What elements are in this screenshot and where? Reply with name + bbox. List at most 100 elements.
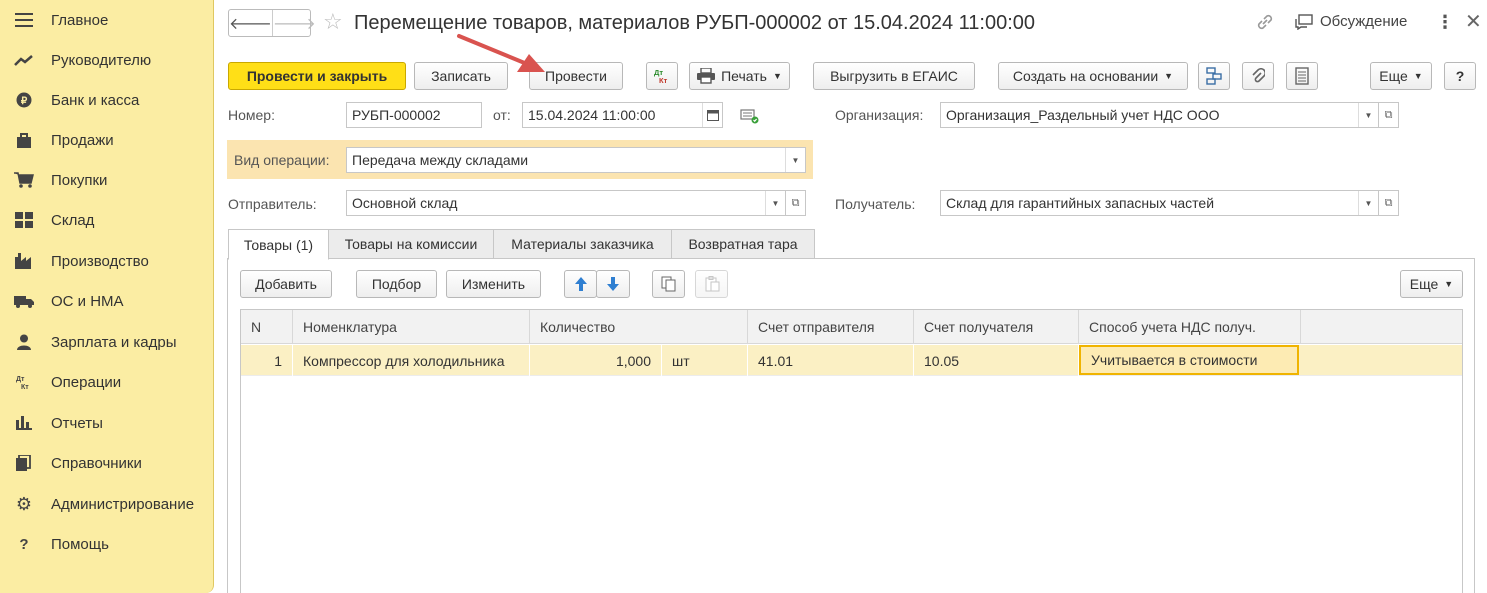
tab-commission-goods[interactable]: Товары на комиссии — [328, 229, 494, 259]
svg-text:Дт: Дт — [16, 376, 25, 383]
create-based-label: Создать на основании — [1012, 68, 1159, 84]
back-button[interactable]: 🡐 — [229, 10, 272, 36]
tab-returnable-containers[interactable]: Возвратная тара — [671, 229, 815, 259]
operation-type-label: Вид операции: — [234, 152, 330, 168]
table-header: N Номенклатура Количество Счет отправите… — [241, 310, 1462, 344]
sidebar-item-warehouse[interactable]: Склад — [0, 200, 213, 240]
add-row-button[interactable]: Добавить — [240, 270, 332, 298]
sidebar-item-production[interactable]: Производство — [0, 241, 213, 281]
number-field[interactable]: РУБП-000002 — [346, 102, 482, 128]
organization-field[interactable]: Организация_Раздельный учет НДС ООО ▼ — [940, 102, 1379, 128]
sender-field[interactable]: Основной склад ▼ — [346, 190, 786, 216]
sender-value: Основной склад — [352, 195, 458, 211]
sidebar-item-manager[interactable]: Руководителю — [0, 40, 213, 80]
number-label: Номер: — [228, 107, 275, 123]
bag-icon — [14, 131, 34, 149]
dtkt-button[interactable]: Дт Кт — [646, 62, 678, 90]
discussion-button[interactable]: Обсуждение — [1295, 13, 1407, 30]
tab-customer-materials[interactable]: Материалы заказчика — [493, 229, 672, 259]
move-down-button[interactable] — [596, 270, 630, 298]
forward-button[interactable]: 🡒 — [271, 10, 316, 36]
column-header-vat-method[interactable]: Способ учета НДС получ. — [1079, 310, 1301, 344]
move-up-button[interactable] — [564, 270, 597, 298]
link-icon[interactable] — [1255, 12, 1277, 34]
open-sender-button[interactable]: ⧉ — [786, 190, 806, 216]
table-more-label: Еще — [1409, 276, 1439, 292]
sidebar-item-operations[interactable]: Дт Кт Операции — [0, 362, 213, 402]
dtkt-icon: ДтКт — [654, 68, 668, 85]
chevron-down-icon[interactable]: ▼ — [785, 148, 805, 172]
post-button[interactable]: Провести — [529, 62, 623, 90]
export-egais-button[interactable]: Выгрузить в ЕГАИС — [813, 62, 975, 90]
post-and-close-button[interactable]: Провести и закрыть — [228, 62, 406, 90]
cell-item[interactable]: Компрессор для холодильника — [293, 345, 530, 376]
arrow-down-icon — [607, 277, 619, 291]
number-settings-icon[interactable] — [740, 108, 760, 127]
paste-button[interactable] — [695, 270, 728, 298]
chevron-down-icon[interactable]: ▼ — [1358, 191, 1378, 215]
favorite-star-icon[interactable]: ☆ — [323, 10, 343, 34]
pick-button[interactable]: Подбор — [356, 270, 437, 298]
cell-qty[interactable]: 1,000 — [530, 345, 662, 376]
edit-button[interactable]: Изменить — [446, 270, 541, 298]
arrow-left-icon: 🡐 — [229, 15, 272, 33]
table-more-button[interactable]: Еще ▼ — [1400, 270, 1463, 298]
dtkt-icon: ДтКт — [14, 373, 34, 391]
sidebar-item-directories[interactable]: Справочники — [0, 443, 213, 483]
more-button[interactable]: Еще ▼ — [1370, 62, 1432, 90]
sidebar-item-label: Склад — [51, 211, 95, 229]
discussion-label: Обсуждение — [1320, 13, 1408, 30]
factory-icon — [14, 252, 34, 270]
open-organization-button[interactable]: ⧉ — [1379, 102, 1399, 128]
open-window-icon: ⧉ — [1384, 108, 1393, 121]
sidebar-item-purchases[interactable]: Покупки — [0, 160, 213, 200]
report-button[interactable] — [1286, 62, 1318, 90]
save-button[interactable]: Записать — [414, 62, 508, 90]
sidebar-item-assets[interactable]: ОС и НМА — [0, 281, 213, 321]
sidebar-item-admin[interactable]: ⚙ Администрирование — [0, 484, 213, 524]
column-header-account-to[interactable]: Счет получателя — [914, 310, 1079, 344]
arrow-up-icon — [574, 277, 587, 291]
sidebar-item-salary[interactable]: Зарплата и кадры — [0, 322, 213, 362]
create-based-on-button[interactable]: Создать на основании ▼ — [998, 62, 1188, 90]
operation-type-value: Передача между складами — [352, 152, 529, 168]
cell-account-to[interactable]: 10.05 — [914, 345, 1079, 376]
chevron-down-icon[interactable]: ▼ — [765, 191, 785, 215]
receiver-field[interactable]: Склад для гарантийных запасных частей ▼ — [940, 190, 1379, 216]
column-header-n[interactable]: N — [241, 310, 293, 344]
copy-button[interactable] — [652, 270, 685, 298]
column-header-qty[interactable]: Количество — [530, 310, 748, 344]
sidebar-item-label: Помощь — [51, 535, 109, 553]
structure-button[interactable] — [1198, 62, 1230, 90]
sidebar-item-help[interactable]: ? Помощь — [0, 524, 213, 564]
column-header-account-from[interactable]: Счет отправителя — [748, 310, 914, 344]
cell-account-from[interactable]: 41.01 — [748, 345, 914, 376]
chevron-down-icon[interactable]: ▼ — [1358, 103, 1378, 127]
svg-text:Кт: Кт — [21, 384, 29, 390]
more-vertical-icon[interactable]: ⋮ — [1436, 12, 1454, 32]
close-icon[interactable]: ✕ — [1465, 10, 1482, 34]
sidebar-item-label: Покупки — [51, 171, 108, 189]
sidebar-item-reports[interactable]: Отчеты — [0, 403, 213, 443]
cell-vat-method[interactable]: Учитывается в стоимости — [1079, 345, 1299, 375]
calendar-icon[interactable] — [702, 103, 722, 127]
table-row[interactable]: 1 Компрессор для холодильника 1,000 шт 4… — [241, 345, 1462, 376]
sidebar-item-label: Зарплата и кадры — [51, 333, 177, 351]
help-button[interactable]: ? — [1444, 62, 1476, 90]
attach-button[interactable] — [1242, 62, 1274, 90]
sidebar-item-main[interactable]: Главное — [0, 0, 213, 40]
menu-icon — [14, 11, 34, 29]
sidebar-item-bank[interactable]: ₽ Банк и касса — [0, 80, 213, 120]
cell-unit[interactable]: шт — [662, 345, 748, 376]
operation-type-field[interactable]: Передача между складами ▼ — [346, 147, 806, 173]
date-field[interactable]: 15.04.2024 11:00:00 — [522, 102, 723, 128]
chevron-down-icon: ▼ — [1164, 71, 1174, 81]
sidebar-item-sales[interactable]: Продажи — [0, 120, 213, 160]
open-receiver-button[interactable]: ⧉ — [1379, 190, 1399, 216]
tab-goods[interactable]: Товары (1) — [228, 229, 329, 260]
sidebar-item-label: ОС и НМА — [51, 292, 124, 310]
coin-icon: ₽ — [14, 91, 34, 109]
column-header-item[interactable]: Номенклатура — [293, 310, 530, 344]
print-button[interactable]: Печать ▼ — [689, 62, 790, 90]
sidebar-item-label: Руководителю — [51, 51, 152, 69]
